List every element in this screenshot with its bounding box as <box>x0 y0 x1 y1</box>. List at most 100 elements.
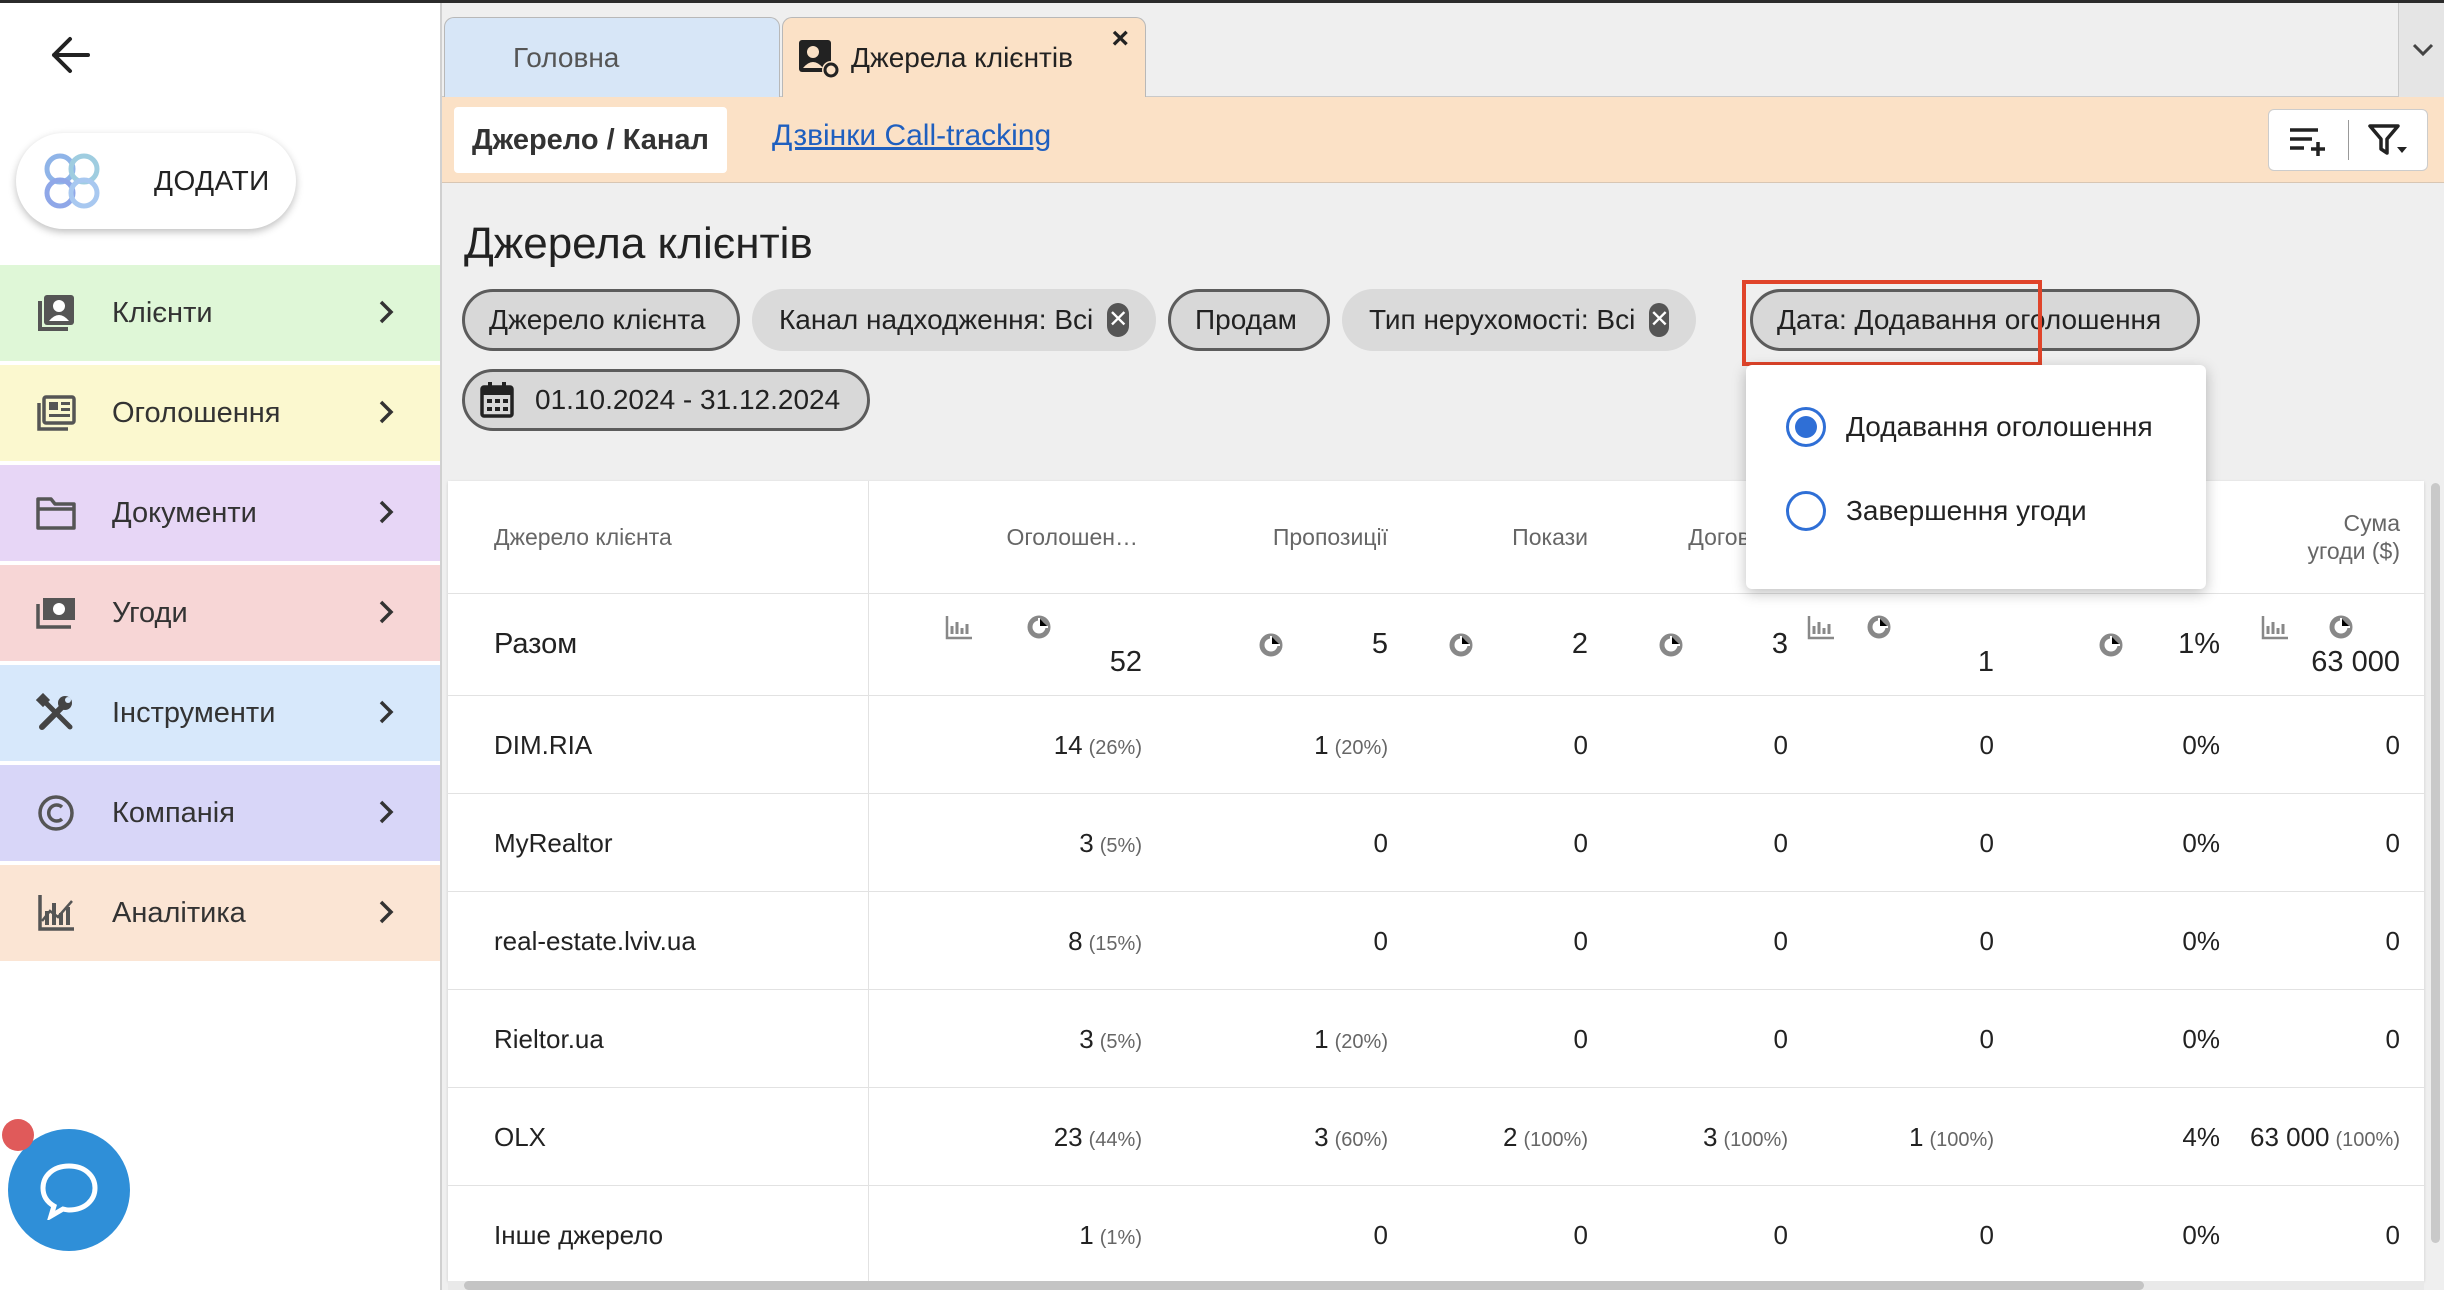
pie-chart-icon[interactable] <box>1866 614 1892 640</box>
cell-ads: 3 (5%) <box>902 1024 1142 1055</box>
remove-filter-icon[interactable]: ✕ <box>1649 303 1670 337</box>
option-label: Додавання оголошення <box>1846 411 2153 442</box>
col-header-shows[interactable]: Покази <box>1388 481 1588 593</box>
cell-deals: 0 <box>1754 828 1994 859</box>
cell-value: 2 <box>1503 1122 1518 1152</box>
cell-percent: (26%) <box>1088 737 1142 759</box>
chevron-down-icon <box>2412 43 2433 57</box>
chart-icon[interactable] <box>1806 614 1836 640</box>
table-row[interactable]: Інше джерело 1 (1%) 0 0 0 0 0% 0 <box>448 1185 2424 1281</box>
cell-sum: 0 <box>2160 730 2400 761</box>
remove-filter-icon[interactable]: ✕ <box>1107 303 1129 337</box>
contacts-icon <box>34 291 78 335</box>
filter-icon <box>2368 124 2407 155</box>
total-deals: 1 <box>1977 646 1994 678</box>
cell-ads: 8 (15%) <box>902 926 1142 957</box>
total-contracts: 3 <box>1771 628 1788 660</box>
cell-value: 1 <box>1314 1024 1329 1054</box>
horizontal-scrollbar[interactable] <box>448 1281 2424 1290</box>
sidebar-item-clients[interactable]: Клієнти <box>0 265 440 361</box>
tab-bar: Головна Джерела клієнтів × <box>442 3 2444 97</box>
main-area: Головна Джерела клієнтів × Джерело / Кан… <box>440 3 2444 1290</box>
date-range-chip[interactable]: 01.10.2024 - 31.12.2024 <box>462 369 870 431</box>
channel-filter-chip[interactable]: Канал надходження: Всі ✕ <box>752 289 1156 351</box>
cell-value: 0 <box>2385 926 2400 956</box>
sidebar-item-documents[interactable]: Документи <box>0 465 440 561</box>
table-row[interactable]: Rieltor.ua 3 (5%) 1 (20%) 0 0 0 0% 0 <box>448 989 2424 1087</box>
chevron-right-icon <box>379 600 394 624</box>
tools-icon <box>34 691 78 735</box>
cell-contracts: 3 (100%) <box>1548 1122 1788 1153</box>
date-type-dropdown: Додавання оголошення Завершення угоди <box>1746 365 2206 589</box>
sidebar-item-company[interactable]: Компанія <box>0 765 440 861</box>
logo-icon <box>44 153 100 209</box>
radio-unselected[interactable] <box>1786 491 1826 531</box>
tab-source-channel[interactable]: Джерело / Канал <box>454 107 727 173</box>
sidebar-item-deals[interactable]: Угоди <box>0 565 440 661</box>
scrollbar-thumb[interactable] <box>464 1281 2144 1290</box>
pie-chart-icon[interactable] <box>2098 632 2124 658</box>
cell-deals: 0 <box>1754 1024 1994 1055</box>
add-filter-button[interactable] <box>2269 109 2348 171</box>
cell-value: 1 <box>1909 1122 1924 1152</box>
row-source-name: DIM.RIA <box>494 730 593 760</box>
sidebar-item-tools[interactable]: Інструменти <box>0 665 440 761</box>
pie-chart-icon[interactable] <box>1258 632 1284 658</box>
cell-percent: (44%) <box>1088 1129 1142 1151</box>
total-sum: 63 000 <box>2311 646 2400 678</box>
tab-client-sources[interactable]: Джерела клієнтів × <box>782 17 1146 97</box>
call-tracking-link[interactable]: Дзвінки Call-tracking <box>772 119 1051 153</box>
folder-icon <box>34 491 78 535</box>
cell-contracts: 0 <box>1548 926 1788 957</box>
table-row[interactable]: OLX 23 (44%) 3 (60%) 2 (100%) 3 (100%) 1 (100%) 4% 6… <box>448 1087 2424 1185</box>
pie-chart-icon[interactable] <box>1658 632 1684 658</box>
table-row[interactable]: MyRealtor 3 (5%) 0 0 0 0 0% 0 <box>448 793 2424 891</box>
sidebar-nav: Клієнти Оголошення Документи Угоди Інстр… <box>0 265 440 965</box>
vertical-scrollbar[interactable] <box>2431 483 2440 1243</box>
table-row[interactable]: DIM.RIA 14 (26%) 1 (20%) 0 0 0 0% 0 <box>448 695 2424 793</box>
sidebar-item-label: Документи <box>112 496 257 529</box>
cell-contracts: 0 <box>1548 828 1788 859</box>
cell-value: 0 <box>2385 828 2400 858</box>
date-option-listing-added[interactable]: Додавання оголошення <box>1786 407 2153 447</box>
row-source-name: OLX <box>494 1122 547 1152</box>
sidebar-item-analytics[interactable]: Аналітика <box>0 865 440 961</box>
cell-sum: 0 <box>2160 1024 2400 1055</box>
col-header-sum[interactable]: Сума угоди ($) <box>2188 481 2400 593</box>
col-header-sum-line2: угоди ($) <box>2307 538 2400 564</box>
source-filter-chip[interactable]: Джерело клієнта <box>462 289 740 351</box>
chevron-right-icon <box>379 700 394 724</box>
property-type-chip[interactable]: Тип нерухомості: Всі ✕ <box>1342 289 1696 351</box>
chevron-right-icon <box>379 500 394 524</box>
filter-button[interactable] <box>2349 109 2428 171</box>
pie-chart-icon[interactable] <box>2328 614 2354 640</box>
chart-icon[interactable] <box>944 614 974 640</box>
tab-list-dropdown[interactable] <box>2398 3 2444 97</box>
date-option-deal-completed[interactable]: Завершення угоди <box>1786 491 2087 531</box>
total-shows: 2 <box>1571 628 1588 660</box>
col-header-offers[interactable]: Пропозиції <box>1148 481 1388 593</box>
sidebar-item-label: Оголошення <box>112 396 281 429</box>
chip-label: Тип нерухомості: Всі <box>1369 304 1636 335</box>
tab-home[interactable]: Головна <box>444 17 780 97</box>
cell-sum: 0 <box>2160 926 2400 957</box>
pie-chart-icon[interactable] <box>1448 632 1474 658</box>
cell-value: 0 <box>2385 1220 2400 1250</box>
cell-sum: 63 000 (100%) <box>2160 1122 2400 1153</box>
col-header-source[interactable]: Джерело клієнта <box>494 481 672 593</box>
total-label: Разом <box>494 628 578 660</box>
close-tab-icon[interactable]: × <box>1111 22 1129 56</box>
add-button[interactable]: ДОДАТИ <box>16 133 296 229</box>
sidebar-item-label: Інструменти <box>112 696 276 729</box>
radio-selected[interactable] <box>1786 407 1826 447</box>
sidebar-item-label: Угоди <box>112 596 188 629</box>
sidebar-item-label: Аналітика <box>112 896 246 929</box>
sidebar-item-listings[interactable]: Оголошення <box>0 365 440 461</box>
row-source-name: Інше джерело <box>494 1220 664 1250</box>
pie-chart-icon[interactable] <box>1026 614 1052 640</box>
table-row[interactable]: real-estate.lviv.ua 8 (15%) 0 0 0 0 0% 0 <box>448 891 2424 989</box>
chart-icon[interactable] <box>2260 614 2290 640</box>
col-header-ads[interactable]: Оголошен… <box>928 481 1138 593</box>
deal-type-chip[interactable]: Продам <box>1168 289 1330 351</box>
back-arrow-icon[interactable] <box>40 29 100 81</box>
